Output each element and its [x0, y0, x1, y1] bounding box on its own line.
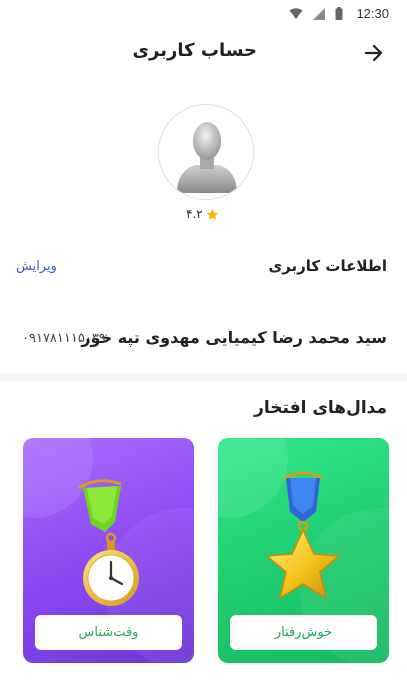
- page-title: حساب کاربری: [132, 40, 257, 61]
- user-phone: ۰۹۱۷۸۱۱۱۵۰۳۹: [22, 331, 106, 346]
- star-medal-icon: [265, 471, 341, 600]
- status-icons: [289, 7, 343, 20]
- user-info-label: اطلاعات کاربری: [268, 257, 387, 275]
- edit-link[interactable]: ویرایش: [16, 259, 57, 274]
- medal-label-well-behaved[interactable]: خوش‌رفتار: [230, 615, 377, 650]
- user-name: سید محمد رضا کیمیایی مهدوی تپه خور: [81, 328, 387, 347]
- arrow-right-icon: [364, 44, 383, 62]
- medals-title: مدال‌های افتخار: [254, 398, 387, 418]
- medal-card-well-behaved[interactable]: خوش‌رفتار: [218, 438, 389, 663]
- wifi-icon: [289, 7, 303, 19]
- rating: ۴.۲: [186, 207, 219, 221]
- battery-icon: [335, 7, 343, 20]
- status-bar: 12:30: [0, 0, 407, 28]
- medal-card-punctual[interactable]: وقت‌شناس: [23, 438, 194, 663]
- status-time: 12:30: [356, 6, 389, 21]
- stopwatch-medal-icon: [78, 479, 139, 606]
- avatar[interactable]: [158, 104, 254, 200]
- signal-icon: [313, 7, 325, 20]
- section-divider: [0, 373, 407, 381]
- star-icon: [206, 208, 218, 220]
- header: حساب کاربری: [0, 36, 407, 70]
- rating-value: ۴.۲: [186, 207, 203, 221]
- medal-label-punctual[interactable]: وقت‌شناس: [35, 615, 182, 650]
- user-silhouette-icon: [177, 122, 237, 193]
- back-button[interactable]: [361, 40, 387, 66]
